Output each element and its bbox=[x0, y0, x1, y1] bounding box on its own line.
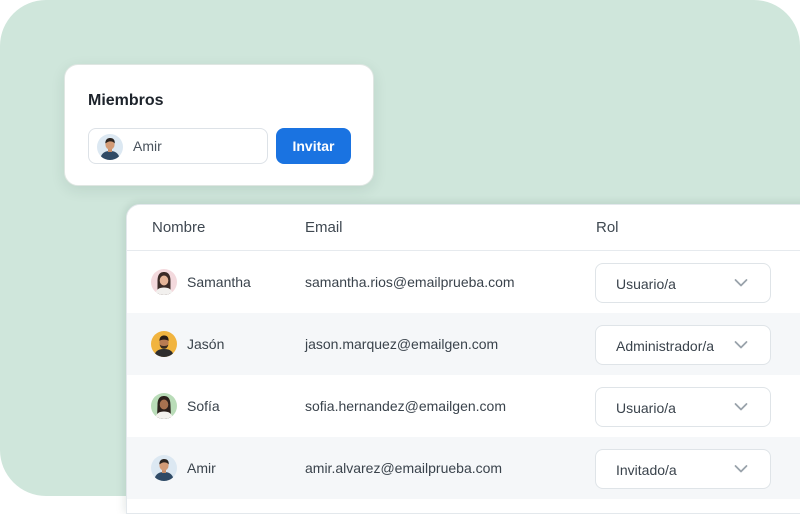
chevron-down-icon bbox=[734, 465, 748, 473]
member-email: jason.marquez@emailgen.com bbox=[305, 336, 499, 352]
invite-input-value: Amir bbox=[133, 138, 162, 154]
column-header-email[interactable]: Email bbox=[305, 219, 343, 236]
table-row: Samantha samantha.rios@emailprueba.com U… bbox=[127, 251, 800, 313]
invite-input[interactable]: Amir bbox=[88, 128, 268, 164]
woman-avatar-icon bbox=[151, 393, 177, 419]
role-select[interactable]: Administrador/a bbox=[595, 325, 771, 365]
chevron-down-icon bbox=[734, 341, 748, 349]
members-card: Miembros Amir Invitar bbox=[64, 64, 374, 186]
role-value: Usuario/a bbox=[616, 400, 676, 416]
column-header-name[interactable]: Nombre bbox=[152, 219, 205, 236]
table-header: Nombre Email Rol bbox=[127, 205, 800, 251]
user-avatar-icon bbox=[97, 134, 123, 160]
members-title: Miembros bbox=[88, 92, 164, 109]
member-email: samantha.rios@emailprueba.com bbox=[305, 274, 515, 290]
role-select[interactable]: Usuario/a bbox=[595, 263, 771, 303]
member-name: Sofía bbox=[187, 398, 220, 414]
member-name: Samantha bbox=[187, 274, 251, 290]
member-name: Amir bbox=[187, 460, 216, 476]
role-select[interactable]: Invitado/a bbox=[595, 449, 771, 489]
role-select[interactable]: Usuario/a bbox=[595, 387, 771, 427]
role-value: Administrador/a bbox=[616, 338, 715, 354]
column-header-role[interactable]: Rol bbox=[596, 219, 619, 236]
member-email: sofia.hernandez@emailgen.com bbox=[305, 398, 506, 414]
member-name: Jasón bbox=[187, 336, 225, 352]
members-table: Nombre Email Rol Samantha samantha.rios@… bbox=[126, 204, 800, 514]
man-avatar-icon bbox=[151, 455, 177, 481]
invite-button[interactable]: Invitar bbox=[276, 128, 351, 164]
member-email: amir.alvarez@emailprueba.com bbox=[305, 460, 503, 476]
table-row: Jasón jason.marquez@emailgen.com Adminis… bbox=[127, 313, 800, 375]
man-avatar-icon bbox=[151, 331, 177, 357]
table-row: Sofía sofia.hernandez@emailgen.com Usuar… bbox=[127, 375, 800, 437]
role-value: Invitado/a bbox=[616, 462, 677, 478]
role-value: Usuario/a bbox=[616, 276, 676, 292]
woman-avatar-icon bbox=[151, 269, 177, 295]
chevron-down-icon bbox=[734, 279, 748, 287]
table-row: Amir amir.alvarez@emailprueba.com Invita… bbox=[127, 437, 800, 499]
chevron-down-icon bbox=[734, 403, 748, 411]
